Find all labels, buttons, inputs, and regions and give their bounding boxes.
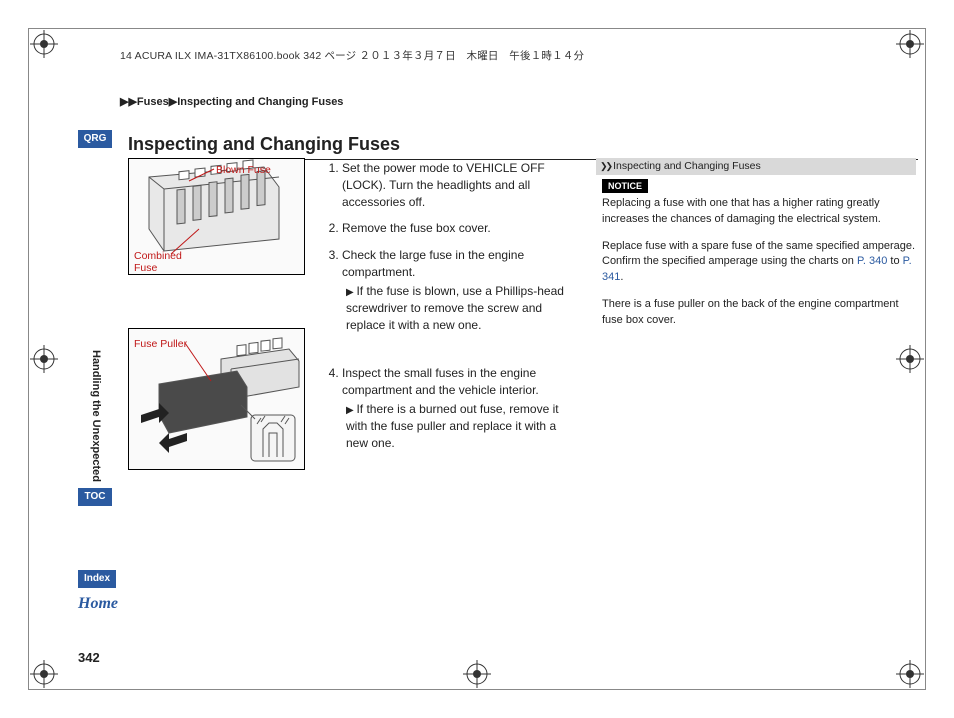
combined-fuse-label: Combined Fuse (134, 250, 194, 274)
info-paragraph: Replace fuse with a spare fuse of the sa… (596, 239, 916, 285)
crop-mark-icon (30, 30, 58, 58)
notice-text: Replacing a fuse with one that has a hig… (596, 196, 916, 227)
page-link-340[interactable]: P. 340 (857, 255, 887, 267)
crop-mark-icon (896, 30, 924, 58)
step-3-sub: ▶ If the fuse is blown, use a Phillips-h… (346, 283, 581, 334)
step-2: Remove the fuse box cover. (342, 220, 581, 237)
breadcrumb-item[interactable]: Fuses (137, 96, 169, 108)
crop-mark-icon (30, 660, 58, 688)
breadcrumb-item[interactable]: Inspecting and Changing Fuses (177, 96, 343, 108)
toc-button[interactable]: TOC (78, 488, 112, 506)
fuse-puller-label: Fuse Puller (134, 338, 187, 350)
document-header: 14 ACURA ILX IMA-31TX86100.book 342 ページ … (120, 48, 584, 63)
chevron-icon: ❯❯ (600, 161, 611, 171)
breadcrumb: ▶▶Fuses▶Inspecting and Changing Fuses (120, 95, 343, 108)
page-number: 342 (78, 650, 100, 665)
crop-mark-icon (896, 660, 924, 688)
step-1: Set the power mode to VEHICLE OFF (LOCK)… (342, 160, 581, 210)
home-button[interactable]: Home (78, 595, 118, 613)
triangle-icon: ▶ (346, 287, 356, 298)
crop-mark-icon (463, 660, 491, 688)
instruction-steps: Set the power mode to VEHICLE OFF (LOCK)… (326, 160, 581, 462)
step-4: Inspect the small fuses in the engine co… (342, 365, 581, 451)
breadcrumb-arrow-icon: ▶▶ (120, 96, 137, 108)
sidebar-nav: QRG (78, 130, 118, 154)
crop-mark-icon (896, 345, 924, 373)
info-paragraph: There is a fuse puller on the back of th… (596, 297, 916, 328)
info-header: ❯❯Inspecting and Changing Fuses (596, 158, 916, 175)
crop-mark-icon (30, 345, 58, 373)
section-label: Handling the Unexpected (90, 350, 102, 482)
triangle-icon: ▶ (346, 405, 356, 416)
blown-fuse-label: Blown Fuse (216, 164, 271, 176)
page-title: Inspecting and Changing Fuses (128, 134, 918, 160)
notice-badge: NOTICE (602, 179, 648, 194)
step-3: Check the large fuse in the engine compa… (342, 247, 581, 333)
index-button[interactable]: Index (78, 570, 116, 588)
breadcrumb-arrow-icon: ▶ (169, 96, 177, 108)
step-4-sub: ▶ If there is a burned out fuse, remove … (346, 401, 581, 452)
info-sidebar: ❯❯Inspecting and Changing Fuses NOTICE R… (596, 158, 916, 340)
qrg-button[interactable]: QRG (78, 130, 112, 148)
